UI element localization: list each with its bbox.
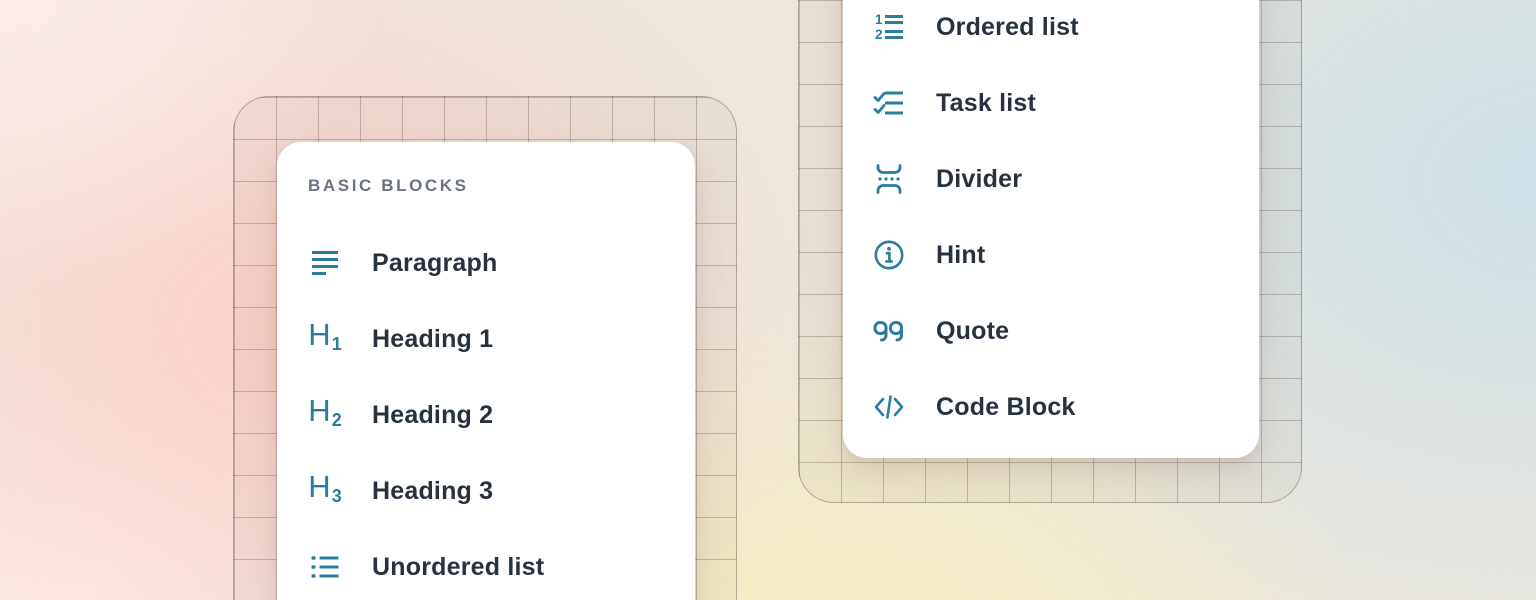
heading-icon: H3 xyxy=(308,474,342,508)
menu-item-quote[interactable]: Quote xyxy=(872,314,1259,348)
menu-item-task-list[interactable]: Task list xyxy=(872,86,1259,120)
heading-icon: H1 xyxy=(308,322,342,356)
unordered-list-icon xyxy=(308,550,342,584)
menu-item-label: Code Block xyxy=(936,393,1076,422)
menu-item-hint[interactable]: Hint xyxy=(872,238,1259,272)
menu-item-label: Ordered list xyxy=(936,13,1079,42)
menu-item-code-block[interactable]: Code Block xyxy=(872,390,1259,424)
menu-item-label: Paragraph xyxy=(372,249,497,278)
menu-item-ordered-list[interactable]: 1 2 Ordered list xyxy=(872,10,1259,44)
menu-item-label: Hint xyxy=(936,241,985,270)
menu-item-heading-2[interactable]: H2 Heading 2 xyxy=(308,398,695,432)
menu-item-heading-1[interactable]: H1 Heading 1 xyxy=(308,322,695,356)
paragraph-icon xyxy=(308,246,342,280)
task-list-icon xyxy=(872,86,906,120)
menu-item-label: Unordered list xyxy=(372,553,544,582)
section-label: BASIC BLOCKS xyxy=(308,176,695,196)
svg-text:1: 1 xyxy=(875,12,883,27)
menu-item-paragraph[interactable]: Paragraph xyxy=(308,246,695,280)
quote-icon xyxy=(872,314,906,348)
hint-icon xyxy=(872,238,906,272)
menu-item-label: Divider xyxy=(936,165,1022,194)
ordered-list-icon: 1 2 xyxy=(872,10,906,44)
menu-item-label: Task list xyxy=(936,89,1036,118)
code-block-icon xyxy=(872,390,906,424)
heading-icon: H2 xyxy=(308,398,342,432)
menu-item-label: Quote xyxy=(936,317,1009,346)
menu-item-heading-3[interactable]: H3 Heading 3 xyxy=(308,474,695,508)
menu-item-unordered-list[interactable]: Unordered list xyxy=(308,550,695,584)
svg-text:2: 2 xyxy=(875,27,883,42)
basic-blocks-menu-card: BASIC BLOCKS Paragraph H1 Heading 1 H2 H… xyxy=(277,142,695,600)
menu-item-label: Heading 2 xyxy=(372,401,493,430)
menu-item-label: Heading 1 xyxy=(372,325,493,354)
basic-blocks-menu-list: Paragraph H1 Heading 1 H2 Heading 2 H3 H… xyxy=(308,246,695,584)
menu-item-divider[interactable]: Divider xyxy=(872,162,1259,196)
menu-item-label: Heading 3 xyxy=(372,477,493,506)
hero-background: { "left_panel": { "section_label": "BASI… xyxy=(0,0,1536,600)
blocks-menu-card: 1 2 Ordered list Task list Divider Hint … xyxy=(843,0,1259,458)
blocks-menu-list: 1 2 Ordered list Task list Divider Hint … xyxy=(872,10,1259,424)
divider-icon xyxy=(872,162,906,196)
